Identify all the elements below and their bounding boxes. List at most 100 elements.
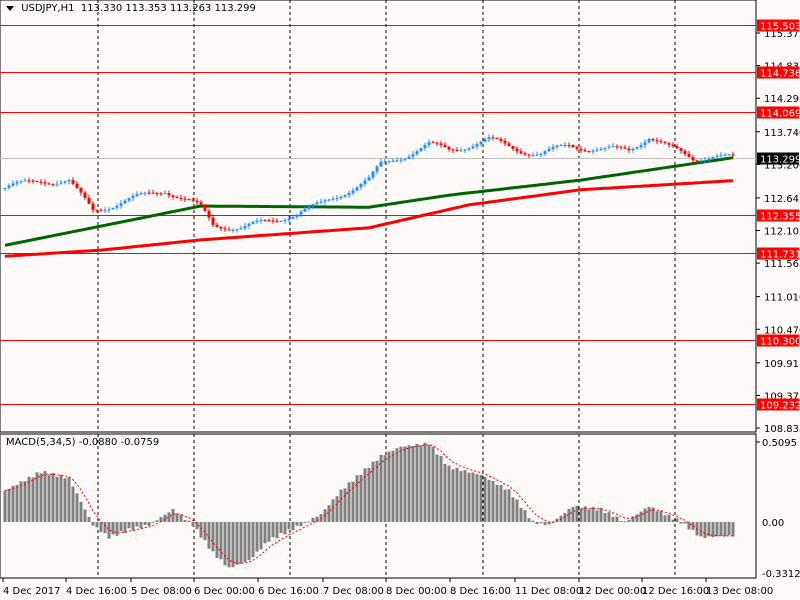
macd-histogram-bar bbox=[95, 522, 99, 528]
candle-body bbox=[303, 208, 307, 212]
candle-body bbox=[3, 187, 7, 189]
candle-body bbox=[715, 156, 719, 158]
macd-histogram-bar bbox=[371, 461, 375, 522]
candle-body bbox=[335, 197, 339, 199]
macd-histogram-bar bbox=[655, 511, 659, 522]
candle-body bbox=[11, 183, 15, 186]
macd-histogram-bar bbox=[527, 518, 531, 522]
macd-histogram-bar bbox=[103, 522, 107, 534]
macd-histogram-bar bbox=[231, 522, 235, 568]
macd-histogram-bar bbox=[215, 522, 219, 558]
candle-body bbox=[211, 217, 215, 225]
candle-body bbox=[463, 149, 467, 151]
candle-body bbox=[187, 199, 191, 201]
macd-histogram-bar bbox=[287, 522, 291, 530]
candle-body bbox=[683, 150, 687, 154]
macd-histogram-bar bbox=[451, 469, 455, 522]
macd-histogram-bar bbox=[727, 522, 731, 536]
macd-histogram-bar bbox=[659, 511, 663, 522]
macd-histogram-bar bbox=[251, 522, 255, 558]
macd-histogram-bar bbox=[591, 507, 595, 522]
macd-histogram-bar bbox=[171, 508, 175, 522]
candle-body bbox=[491, 137, 495, 139]
candle-body bbox=[231, 229, 235, 231]
macd-histogram-bar bbox=[599, 507, 603, 522]
macd-histogram-bar bbox=[331, 499, 335, 522]
dropdown-triangle-icon[interactable] bbox=[6, 5, 14, 11]
macd-histogram-bar bbox=[647, 506, 651, 522]
candle-body bbox=[51, 184, 55, 186]
price-tick-label: 112.645 bbox=[764, 194, 800, 205]
candle-body bbox=[411, 154, 415, 157]
candle-body bbox=[603, 147, 607, 149]
macd-histogram-bar bbox=[275, 522, 279, 539]
candle-body bbox=[23, 180, 27, 182]
candle-body bbox=[103, 210, 107, 212]
macd-histogram-bar bbox=[255, 522, 259, 552]
macd-histogram-bar bbox=[391, 450, 395, 522]
macd-histogram-bar bbox=[27, 476, 31, 522]
macd-histogram-bar bbox=[503, 489, 507, 522]
macd-histogram-bar bbox=[667, 514, 671, 522]
candle-body bbox=[195, 200, 199, 203]
level-price-label: 112.355 bbox=[760, 212, 800, 223]
macd-histogram-bar bbox=[419, 445, 423, 522]
candle-body bbox=[687, 153, 691, 158]
macd-label: MACD(5,34,5) bbox=[6, 437, 76, 448]
macd-histogram-bar bbox=[75, 493, 79, 522]
macd-histogram-bar bbox=[43, 471, 47, 522]
macd-histogram-bar bbox=[435, 454, 439, 522]
macd-histogram-bar bbox=[335, 496, 339, 522]
candle-body bbox=[251, 221, 255, 224]
candle-body bbox=[703, 160, 707, 162]
price-tick-label: 113.740 bbox=[764, 128, 800, 139]
macd-histogram-bar bbox=[59, 474, 63, 522]
macd-histogram-bar bbox=[175, 513, 179, 522]
candle-body bbox=[423, 145, 427, 149]
macd-histogram-bar bbox=[271, 522, 275, 538]
macd-histogram-bar bbox=[627, 520, 631, 522]
macd-histogram-bar bbox=[479, 474, 483, 522]
macd-histogram-bar bbox=[723, 522, 727, 537]
candle-body bbox=[623, 147, 627, 149]
level-price-label: 114.736 bbox=[760, 69, 800, 80]
macd-histogram-bar bbox=[507, 489, 511, 522]
macd-histogram-bar bbox=[731, 522, 735, 537]
candle-body bbox=[307, 206, 311, 209]
candle-body bbox=[19, 180, 23, 182]
candle-body bbox=[363, 180, 367, 184]
macd-histogram-bar bbox=[639, 511, 643, 522]
candle-body bbox=[731, 154, 735, 156]
macd-histogram-bar bbox=[139, 522, 143, 529]
macd-histogram-bar bbox=[607, 512, 611, 522]
macd-histogram-bar bbox=[247, 522, 251, 561]
macd-histogram-bar bbox=[115, 522, 119, 536]
candle-body bbox=[267, 220, 271, 222]
candle-body bbox=[243, 225, 247, 229]
time-tick-label: 6 Dec 00:00 bbox=[194, 586, 255, 597]
candle-body bbox=[359, 183, 363, 188]
macd-histogram-bar bbox=[383, 455, 387, 522]
moving-average-green bbox=[4, 156, 734, 247]
time-tick-label: 12 Dec 16:00 bbox=[642, 586, 709, 597]
time-tick-label: 4 Dec 16:00 bbox=[66, 586, 127, 597]
price-chart[interactable]: 115.375114.835114.295113.740113.200112.6… bbox=[0, 0, 800, 600]
macd-histogram-bar bbox=[415, 443, 419, 522]
macd-histogram-bar bbox=[623, 521, 627, 523]
candle-body bbox=[379, 161, 383, 167]
macd-histogram-bar bbox=[535, 522, 539, 524]
macd-histogram-bar bbox=[307, 521, 311, 523]
candle-body bbox=[199, 202, 203, 205]
candle-body bbox=[351, 190, 355, 194]
candle-body bbox=[315, 202, 319, 205]
time-tick-label: 4 Dec 2017 bbox=[3, 586, 61, 597]
macd-histogram-bar bbox=[127, 522, 131, 529]
macd-histogram-bar bbox=[283, 522, 287, 535]
macd-histogram-bar bbox=[491, 480, 495, 522]
candle-body bbox=[119, 203, 123, 206]
candle-body bbox=[115, 205, 119, 208]
candle-body bbox=[483, 139, 487, 142]
candle-body bbox=[647, 138, 651, 143]
candle-body bbox=[639, 145, 643, 148]
macd-histogram-bar bbox=[7, 488, 11, 522]
